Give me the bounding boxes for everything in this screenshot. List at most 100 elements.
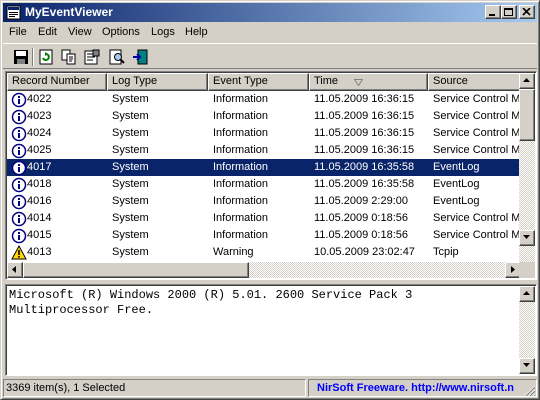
find-button[interactable] xyxy=(107,47,127,67)
menu-help[interactable]: Help xyxy=(185,26,208,39)
cell-time: 11.05.2009 16:36:15 xyxy=(314,127,415,139)
column-log-type[interactable]: Log Type xyxy=(107,73,208,91)
cell-source: Tcpip xyxy=(433,246,459,258)
cell-source: EventLog xyxy=(433,178,480,190)
cell-event-type: Information xyxy=(213,93,269,105)
cell-log-type: System xyxy=(112,212,149,224)
cell-time: 11.05.2009 16:36:15 xyxy=(314,110,415,122)
cell-time: 11.05.2009 16:36:15 xyxy=(314,93,415,105)
cell-log-type: System xyxy=(112,229,149,241)
table-row[interactable]: 4015 System Information 11.05.2009 0:18:56 S… xyxy=(7,227,520,244)
vertical-scroll-thumb[interactable] xyxy=(519,89,535,141)
table-row[interactable]: 4013 System Warning 10.05.2009 23:02:47 Tcpi… xyxy=(7,244,520,261)
menu-edit[interactable]: Edit xyxy=(38,26,57,39)
cell-event-type: Information xyxy=(213,195,269,207)
table-row[interactable]: 4018 System Information 11.05.2009 16:35:58… xyxy=(7,176,520,193)
cell-log-type: System xyxy=(112,246,149,258)
cell-log-type: System xyxy=(112,144,149,156)
column-headers: Record Number Log Type Event Type Time S… xyxy=(7,73,528,91)
cell-source: EventLog xyxy=(433,195,480,207)
minimize-button[interactable] xyxy=(485,5,501,19)
exit-button[interactable] xyxy=(130,47,150,67)
cell-event-type: Warning xyxy=(213,246,254,258)
toolbar xyxy=(3,43,537,69)
information-icon xyxy=(11,211,27,227)
table-row[interactable]: 4025 System Information 11.05.2009 16:36:15… xyxy=(7,142,520,159)
information-icon xyxy=(11,177,27,193)
table-row[interactable]: 4014 System Information 11.05.2009 0:18:56 S… xyxy=(7,210,520,227)
cell-log-type: System xyxy=(112,110,149,122)
cell-record-number: 4024 xyxy=(27,127,52,139)
cell-time: 11.05.2009 16:36:15 xyxy=(314,144,415,156)
menu-bar: File Edit View Options Logs Help xyxy=(3,23,537,42)
status-item-count: 3369 item(s), 1 Selected xyxy=(3,379,306,397)
cell-source: Service Control Ma xyxy=(433,110,520,122)
cell-log-type: System xyxy=(112,161,149,173)
scroll-corner xyxy=(519,262,535,278)
exit-icon xyxy=(133,49,148,65)
cell-time: 11.05.2009 0:18:56 xyxy=(314,229,408,241)
scroll-down-button[interactable] xyxy=(519,230,535,246)
cell-log-type: System xyxy=(112,178,149,190)
table-row[interactable]: 4017 System Information 11.05.2009 16:35:58… xyxy=(7,159,520,176)
maximize-icon xyxy=(504,8,513,16)
arrow-right-icon xyxy=(511,266,515,273)
app-window: MyEventViewer File Edit View Options Log… xyxy=(0,0,540,400)
cell-record-number: 4013 xyxy=(27,246,52,258)
cell-event-type: Information xyxy=(213,161,269,173)
cell-record-number: 4023 xyxy=(27,110,52,122)
scroll-up-button[interactable] xyxy=(519,73,535,89)
column-label: Record Number xyxy=(12,75,90,87)
menu-view[interactable]: View xyxy=(68,26,92,39)
event-description: Microsoft (R) Windows 2000 (R) 5.01. 260… xyxy=(9,288,413,317)
cell-time: 11.05.2009 2:29:00 xyxy=(314,195,408,207)
information-icon xyxy=(11,126,27,142)
maximize-button[interactable] xyxy=(501,5,517,19)
save-button[interactable] xyxy=(11,47,31,67)
column-label: Event Type xyxy=(213,75,268,87)
cell-record-number: 4016 xyxy=(27,195,52,207)
title-bar[interactable]: MyEventViewer xyxy=(3,3,537,22)
cell-record-number: 4022 xyxy=(27,93,52,105)
app-icon xyxy=(6,5,21,20)
description-scroll-down-button[interactable] xyxy=(519,358,535,374)
description-scroll-up-button[interactable] xyxy=(519,286,535,302)
cell-source: Service Control Ma xyxy=(433,127,520,139)
table-row[interactable]: 4022 System Information 11.05.2009 16:36:15… xyxy=(7,91,520,108)
properties-button[interactable] xyxy=(82,47,102,67)
information-icon xyxy=(11,143,27,159)
menu-file[interactable]: File xyxy=(9,26,27,39)
vertical-scrollbar[interactable] xyxy=(519,73,535,262)
information-icon xyxy=(11,109,27,125)
information-icon xyxy=(11,194,27,210)
nirsoft-link[interactable]: NirSoft Freeware. http://www.nirsoft.n xyxy=(308,379,537,397)
cell-source: Service Control Ma xyxy=(433,229,520,241)
refresh-button[interactable] xyxy=(36,47,56,67)
column-record-number[interactable]: Record Number xyxy=(7,73,107,91)
status-bar: 3369 item(s), 1 Selected NirSoft Freewar… xyxy=(3,378,537,398)
column-event-type[interactable]: Event Type xyxy=(208,73,309,91)
close-button[interactable] xyxy=(519,5,535,19)
column-time[interactable]: Time xyxy=(309,73,428,91)
menu-logs[interactable]: Logs xyxy=(151,26,175,39)
event-description-pane[interactable]: Microsoft (R) Windows 2000 (R) 5.01. 260… xyxy=(5,284,537,376)
description-scrollbar[interactable] xyxy=(519,286,535,374)
horizontal-scrollbar[interactable] xyxy=(7,262,521,278)
cell-source: Service Control Ma xyxy=(433,212,520,224)
copy-button[interactable] xyxy=(59,47,79,67)
table-row[interactable]: 4023 System Information 11.05.2009 16:36:15… xyxy=(7,108,520,125)
cell-event-type: Information xyxy=(213,110,269,122)
arrow-down-icon xyxy=(523,235,530,239)
event-list[interactable]: Record Number Log Type Event Type Time S… xyxy=(5,71,537,280)
column-source[interactable]: Source xyxy=(428,73,528,91)
resize-grip-icon[interactable] xyxy=(524,385,536,397)
horizontal-scroll-thumb[interactable] xyxy=(23,262,249,278)
cell-record-number: 4025 xyxy=(27,144,52,156)
information-icon xyxy=(11,92,27,108)
table-row[interactable]: 4024 System Information 11.05.2009 16:36:15… xyxy=(7,125,520,142)
menu-options[interactable]: Options xyxy=(102,26,140,39)
scroll-left-button[interactable] xyxy=(7,262,23,278)
information-icon xyxy=(11,160,27,176)
column-label: Source xyxy=(433,75,468,87)
table-row[interactable]: 4016 System Information 11.05.2009 2:29:00 E… xyxy=(7,193,520,210)
